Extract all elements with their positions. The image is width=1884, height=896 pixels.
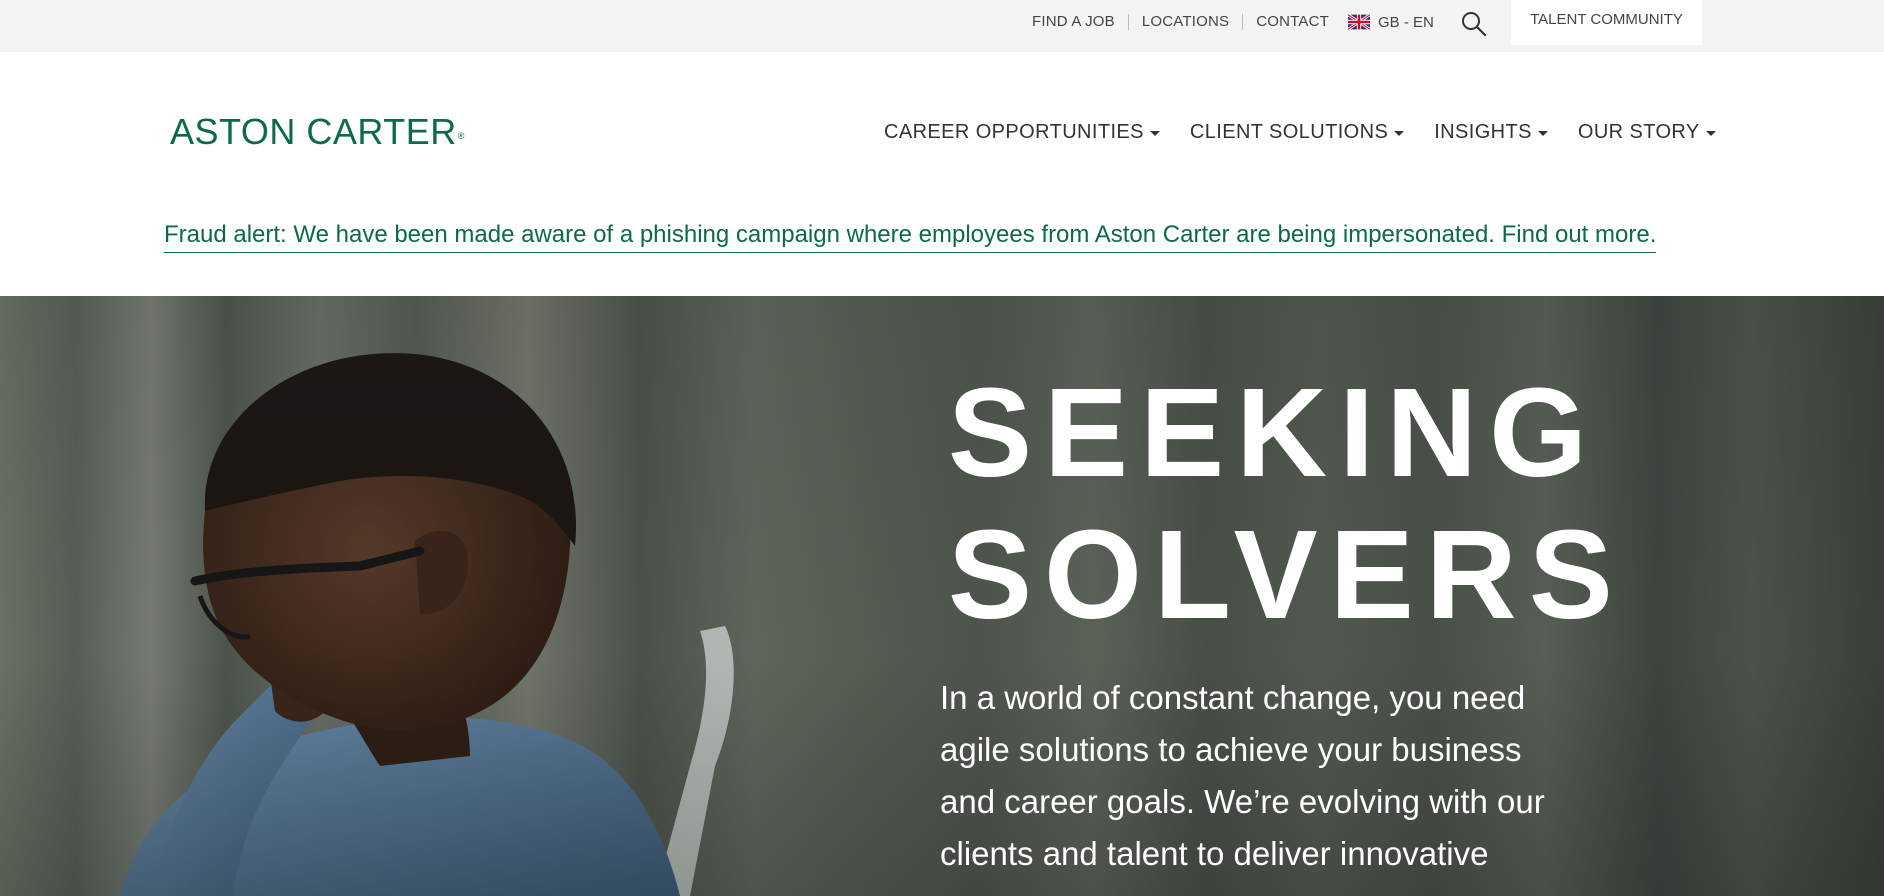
aston-carter-logo[interactable]: ASTON CARTER® xyxy=(170,112,465,152)
locations-link[interactable]: LOCATIONS xyxy=(1129,13,1242,31)
nav-label: OUR STORY xyxy=(1577,120,1700,143)
utility-links: FIND A JOB LOCATIONS CONTACT xyxy=(1032,0,1342,44)
hero-title: SEEKING SOLVERS xyxy=(948,362,1625,646)
chevron-down-icon xyxy=(1149,131,1160,136)
chevron-down-icon xyxy=(1394,131,1405,136)
utility-bar: FIND A JOB LOCATIONS CONTACT GB - EN TAL… xyxy=(0,0,1884,52)
nav-our-story[interactable]: OUR STORY xyxy=(1578,121,1716,144)
talent-community-button[interactable]: TALENT COMMUNITY xyxy=(1511,0,1702,45)
nav-label: CAREER OPPORTUNITIES xyxy=(884,120,1144,143)
language-label: GB - EN xyxy=(1378,13,1434,31)
hero-banner: SEEKING SOLVERS In a world of constant c… xyxy=(0,296,1884,896)
nav-label: CLIENT SOLUTIONS xyxy=(1189,120,1389,143)
chevron-down-icon xyxy=(1705,131,1716,136)
hero-description: In a world of constant change, you need … xyxy=(940,679,1545,872)
chevron-down-icon xyxy=(1537,131,1548,136)
search-icon[interactable] xyxy=(1460,10,1488,38)
language-selector[interactable]: GB - EN xyxy=(1348,11,1434,33)
hero-title-line-2: SOLVERS xyxy=(948,504,1625,645)
find-a-job-link[interactable]: FIND A JOB xyxy=(1032,13,1128,31)
nav-label: INSIGHTS xyxy=(1434,120,1532,143)
contact-link[interactable]: CONTACT xyxy=(1243,13,1342,31)
registered-mark: ® xyxy=(457,131,465,141)
nav-client-solutions[interactable]: CLIENT SOLUTIONS xyxy=(1189,120,1405,144)
nav-career-opportunities[interactable]: CAREER OPPORTUNITIES xyxy=(884,121,1160,144)
uk-flag-icon xyxy=(1348,14,1370,30)
hero-title-line-1: SEEKING xyxy=(948,362,1600,503)
fraud-alert-link[interactable]: Fraud alert: We have been made aware of … xyxy=(164,219,1657,253)
nav-insights[interactable]: INSIGHTS xyxy=(1434,121,1548,144)
logo-text: ASTON CARTER xyxy=(170,111,457,152)
main-nav: CAREER OPPORTUNITIES CLIENT SOLUTIONS IN… xyxy=(884,118,1716,146)
